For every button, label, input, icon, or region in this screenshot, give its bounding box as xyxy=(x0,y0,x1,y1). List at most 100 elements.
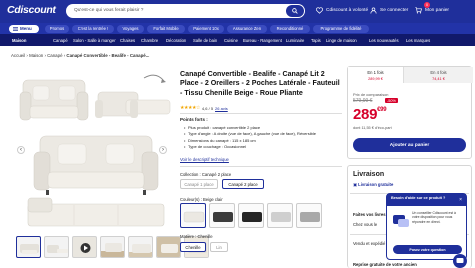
breadcrumb-home[interactable]: Accueil xyxy=(11,53,25,58)
chat-launcher-button[interactable] xyxy=(453,254,467,268)
gallery-thumbnail[interactable] xyxy=(44,236,69,258)
gallery-thumbnail[interactable] xyxy=(16,236,41,258)
category-tapis[interactable]: Tapis xyxy=(311,38,321,43)
collection-option-2-place[interactable]: Canapé 2 place xyxy=(222,179,264,189)
key-point: Type de couchage : Occasionnel xyxy=(184,144,316,151)
category-cuisine[interactable]: Cuisine xyxy=(224,38,238,43)
sofa-illustration xyxy=(19,74,171,227)
sofa-thumb-icon xyxy=(47,245,68,253)
payment-tab-4x-label: En 4 fois xyxy=(430,70,447,75)
cart-link[interactable]: Mon panier xyxy=(415,7,449,14)
color-swatch-grey[interactable] xyxy=(296,203,322,228)
color-swatch-light-grey[interactable] xyxy=(267,203,293,228)
nav-chip-paiement[interactable]: Paiement 10x xyxy=(188,24,224,33)
ask-question-button[interactable]: Posez votre question xyxy=(393,245,462,254)
play-icon xyxy=(80,243,91,253)
gallery-next-button[interactable]: › xyxy=(159,146,167,154)
kids-link[interactable]: Cdiscount à volonté xyxy=(316,7,368,14)
chevron-left-icon: ‹ xyxy=(20,147,22,153)
truck-icon: ▣ xyxy=(353,182,357,187)
search-icon xyxy=(292,8,298,14)
category-salon[interactable]: Salon - Salle à manger xyxy=(73,38,116,43)
product-main-image[interactable] xyxy=(18,66,174,232)
delivery-line: Chez vous le xyxy=(353,222,378,227)
payment-tab-1x[interactable]: En 1 fois 289,99 € xyxy=(348,67,404,83)
nav-chip-fidelite[interactable]: Programme de fidélité xyxy=(313,24,369,33)
rating-stars-icon: ★★★★☆ xyxy=(180,105,200,111)
help-chat-popup: Besoin d'aide sur ce produit ? × Un cons… xyxy=(386,193,467,260)
free-delivery-label: Livraison gratuite xyxy=(358,182,394,187)
gallery-thumbnail[interactable] xyxy=(156,236,181,258)
category-salle-de-bain[interactable]: Salle de bain xyxy=(193,38,217,43)
menu-label: Menu xyxy=(20,26,32,31)
search-input[interactable]: Qu'est-ce qui vous ferait plaisir ? xyxy=(74,8,143,13)
material-option-lin[interactable]: Lin xyxy=(210,242,228,252)
nav-chip-voyages[interactable]: Voyages xyxy=(117,24,144,33)
sofa-thumb-icon xyxy=(157,237,180,257)
menu-button[interactable]: Menu xyxy=(9,24,39,33)
reference-price-label: Prix de comparaison xyxy=(353,92,389,97)
collection-option-1-place[interactable]: Canapé 1 place xyxy=(180,179,218,189)
category-marques[interactable]: Les marques xyxy=(406,38,430,43)
payment-tab-1x-amount: 289,99 € xyxy=(368,76,383,81)
category-maison[interactable]: Maison xyxy=(12,38,26,43)
technical-description-link[interactable]: Voir le descriptif technique xyxy=(180,157,229,162)
nav-chip-reconditionne[interactable]: Reconditionné xyxy=(270,24,310,33)
color-swatch-black[interactable] xyxy=(238,203,264,228)
discount-badge: -50% xyxy=(385,98,398,103)
search-bar[interactable]: Qu'est-ce qui vous ferait plaisir ? xyxy=(66,4,305,18)
payment-tab-1x-label: En 1 fois xyxy=(367,70,384,75)
product-rating: ★★★★☆ 4,6 / 5 26 avis xyxy=(180,105,228,111)
category-bureau[interactable]: Bureau - Rangement xyxy=(243,38,282,43)
breadcrumb-maison[interactable]: Maison xyxy=(29,53,43,58)
category-linge[interactable]: Linge de maison xyxy=(326,38,357,43)
category-decoration[interactable]: Décoration xyxy=(166,38,186,43)
delivery-line: Faites vos livres xyxy=(353,212,386,217)
delivery-title: Livraison xyxy=(353,171,385,178)
material-label: Matière : Chenille xyxy=(180,234,213,239)
key-points-list: Plus produit : canapé convertible 2 plac… xyxy=(184,125,316,150)
gallery-thumbnail[interactable] xyxy=(100,236,125,258)
color-swatch-beige-clair[interactable] xyxy=(180,203,206,228)
color-swatch-dark-grey[interactable] xyxy=(209,203,235,228)
user-icon xyxy=(370,7,377,14)
price-cents: €99 xyxy=(377,107,387,113)
category-nouveautes[interactable]: Les nouveautés xyxy=(369,38,399,43)
nav-chip-assurance[interactable]: Assurance Zen xyxy=(227,24,267,33)
sofa-swatch-icon xyxy=(300,212,320,222)
nav-chip-rentree[interactable]: C'est la rentrée ! xyxy=(72,24,114,33)
material-option-chenille[interactable]: Chenille xyxy=(180,242,206,252)
sofa-swatch-icon xyxy=(183,211,205,223)
add-to-cart-button[interactable]: Ajouter au panier xyxy=(353,138,466,152)
nav-chip-promos[interactable]: Promos xyxy=(45,24,69,33)
category-bar: Maison Canapé Salon - Salle à manger Cha… xyxy=(0,34,475,46)
breadcrumb-canape[interactable]: Canapé xyxy=(47,53,62,58)
payment-tab-4x[interactable]: En 4 fois 74,41 € xyxy=(404,67,473,83)
nav-chip-forfait[interactable]: Forfait Mobile xyxy=(147,24,185,33)
gallery-prev-button[interactable]: ‹ xyxy=(17,146,25,154)
category-luminaire[interactable]: Luminaire xyxy=(286,38,304,43)
color-swatches xyxy=(180,203,322,228)
category-chambre[interactable]: Chambre xyxy=(141,38,158,43)
gallery-video-thumbnail[interactable] xyxy=(72,236,97,258)
heart-icon xyxy=(316,7,323,14)
reviews-link[interactable]: 26 avis xyxy=(215,106,228,111)
eco-participation: dont 11,55 € d'éco-part xyxy=(353,126,392,130)
divider xyxy=(180,166,342,167)
chat-icon xyxy=(456,258,464,263)
free-delivery-badge: ▣ Livraison gratuite xyxy=(353,182,393,187)
category-chaises[interactable]: Chaises xyxy=(120,38,135,43)
site-logo[interactable]: Cdiscount xyxy=(7,4,56,16)
close-icon[interactable]: × xyxy=(459,197,462,203)
account-link[interactable]: Se connecter xyxy=(370,7,408,14)
account-link-label: Se connecter xyxy=(380,8,409,13)
gallery-thumbnail[interactable] xyxy=(128,236,153,258)
cart-count-badge: 0 xyxy=(424,2,430,8)
top-header: Cdiscount Qu'est-ce qui vous ferait plai… xyxy=(0,0,475,23)
search-button[interactable] xyxy=(286,5,304,17)
category-canape[interactable]: Canapé xyxy=(53,38,68,43)
breadcrumb-current: Canapé Convertible - Bealife - Canapé... xyxy=(66,53,150,58)
sofa-swatch-icon xyxy=(213,212,233,222)
current-price: 289€99 xyxy=(353,106,387,123)
chevron-right-icon: › xyxy=(162,147,164,153)
